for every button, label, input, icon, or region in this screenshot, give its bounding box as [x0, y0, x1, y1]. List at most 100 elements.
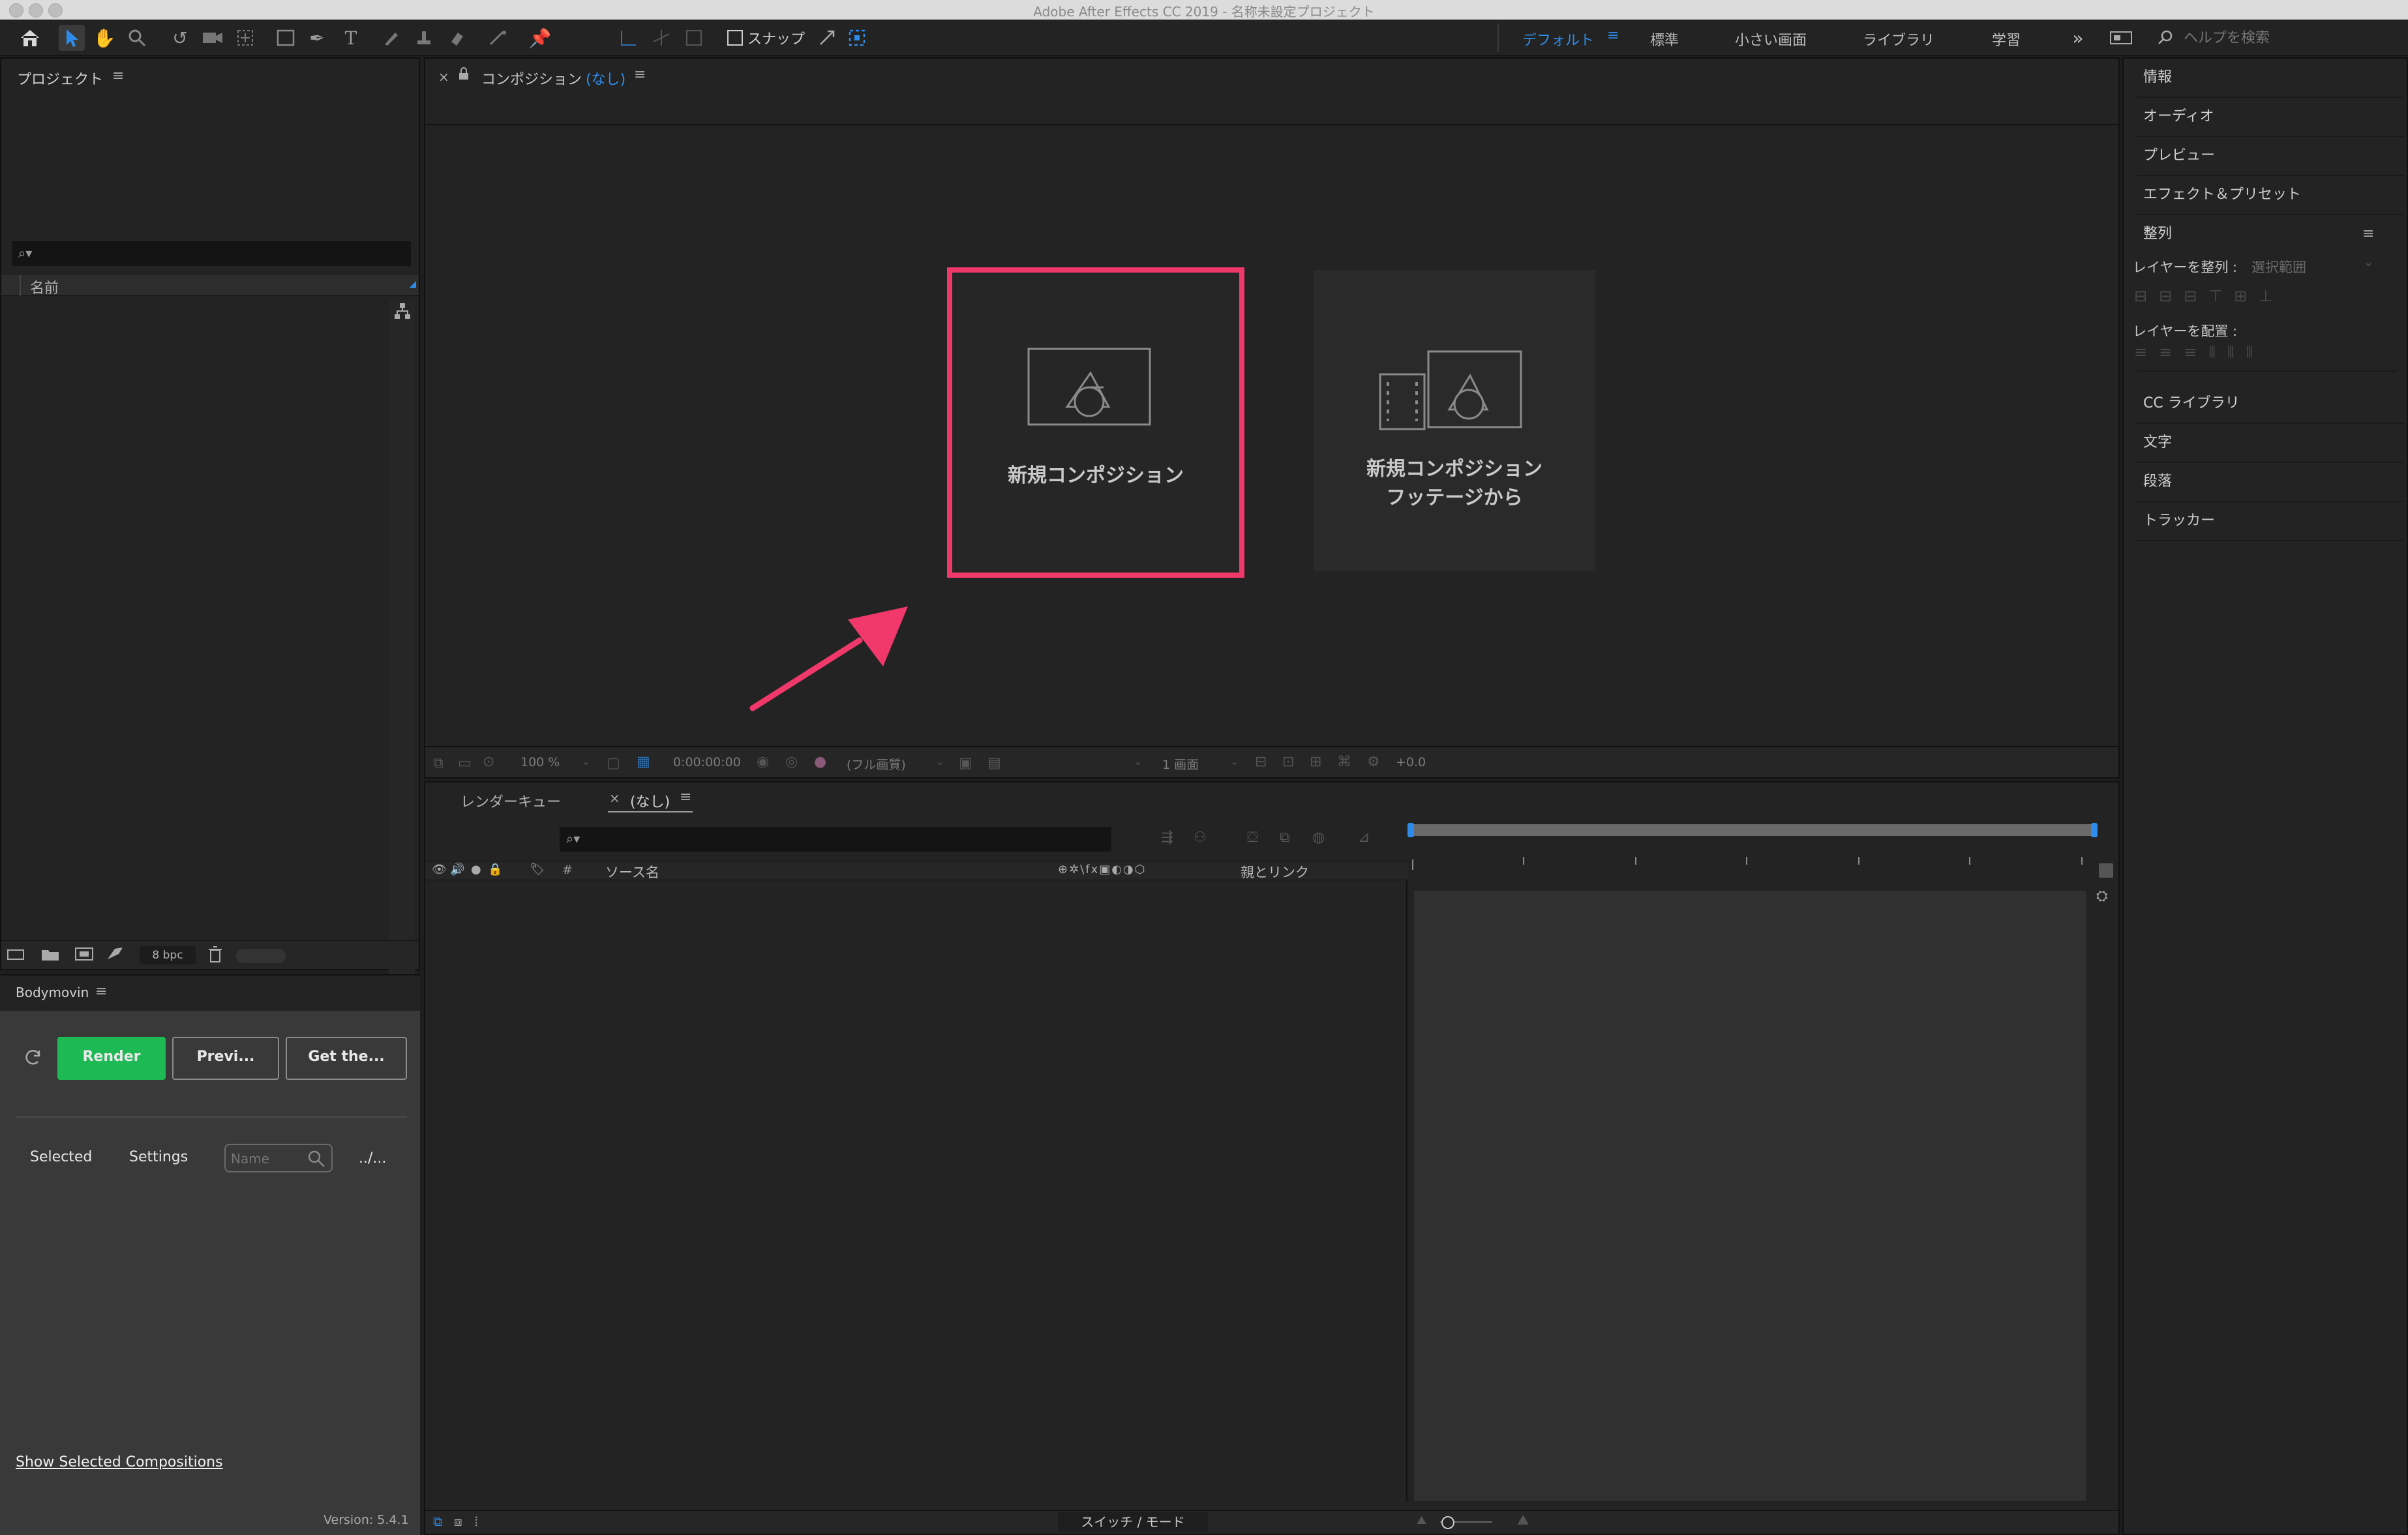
quality-dropdown-icon[interactable]: ⌄	[935, 755, 944, 768]
color-channels-icon[interactable]: ●	[814, 754, 826, 770]
render-quality[interactable]: (フル画質)	[847, 755, 906, 773]
audio-icon[interactable]: 🔊	[450, 863, 464, 876]
parent-link-header[interactable]: 親とリンク	[1241, 862, 1309, 882]
draft-3d-icon[interactable]: ⚇	[1194, 829, 1207, 846]
preview-panel[interactable]: プレビュー	[2137, 137, 2404, 176]
show-selected-compositions-link[interactable]: Show Selected Compositions	[16, 1454, 223, 1470]
refresh-icon[interactable]	[23, 1047, 43, 1067]
view-layout-dropdown-icon[interactable]: ⌄	[1230, 755, 1239, 768]
zoom-dropdown-icon[interactable]: ⌄	[582, 755, 590, 768]
camera-view-dropdown-icon[interactable]: ⌄	[1134, 755, 1142, 768]
timeline-zoom-thumb[interactable]	[1441, 1516, 1454, 1529]
audio-panel[interactable]: オーディオ	[2137, 98, 2404, 137]
workspace-learn[interactable]: 学習	[1992, 29, 2021, 50]
transparency-grid-icon[interactable]: ▦	[637, 754, 650, 770]
timeline-menu-icon[interactable]: ≡	[680, 789, 691, 805]
pan-behind-tool-icon[interactable]	[232, 25, 258, 51]
preview-button[interactable]: Previ...	[172, 1037, 279, 1080]
close-tab-icon[interactable]: ×	[438, 69, 449, 85]
solo-icon[interactable]: ●	[471, 863, 481, 876]
align-buttons-row[interactable]: ⊟⊟⊟⊤⊞⊥	[2134, 287, 2388, 306]
brush-tool-icon[interactable]	[378, 25, 404, 51]
workspace-menu-icon[interactable]: ≡	[1607, 27, 1619, 44]
workspace-standard[interactable]: 標準	[1650, 29, 1679, 50]
rectangle-tool-icon[interactable]	[273, 25, 299, 51]
align-target-dropdown-icon[interactable]: ⌄	[2364, 256, 2373, 269]
world-axis-icon[interactable]	[648, 25, 674, 51]
snap-features-icon[interactable]	[844, 25, 870, 51]
settings-tab[interactable]: Settings	[129, 1149, 188, 1165]
show-snapshot-icon[interactable]: ◎	[785, 754, 798, 770]
name-filter-input[interactable]	[230, 1149, 304, 1169]
trash-icon[interactable]	[207, 945, 223, 967]
camera-tool-icon[interactable]	[200, 25, 226, 51]
render-button[interactable]: Render	[57, 1037, 166, 1080]
transfer-controls-toggle-icon[interactable]: ⧈	[454, 1513, 462, 1529]
zoom-out-icon[interactable]: ⛰	[1417, 1513, 1426, 1527]
comp-marker-bin[interactable]	[2099, 863, 2113, 878]
destination-path[interactable]: ../...	[359, 1150, 386, 1167]
close-tab-icon[interactable]: ×	[609, 790, 620, 806]
tab-render-queue[interactable]: レンダーキュー	[460, 790, 561, 811]
more-workspaces-icon[interactable]: »	[2065, 25, 2091, 51]
comp-button-icon[interactable]: ⛭	[2096, 888, 2108, 904]
timeline-icon[interactable]: ⊞	[1310, 754, 1321, 770]
cc-libraries-panel[interactable]: CC ライブラリ	[2137, 385, 2404, 424]
zoom-level[interactable]: 100 %	[520, 755, 560, 769]
home-icon[interactable]	[17, 25, 43, 51]
hand-tool-icon[interactable]: ✋	[91, 25, 117, 51]
selection-tool-icon[interactable]	[59, 25, 85, 51]
thumbnail-slider[interactable]	[236, 949, 286, 963]
help-search-input[interactable]	[2182, 27, 2391, 48]
align-target-select[interactable]: 選択範囲	[2251, 257, 2306, 276]
flowchart-icon[interactable]: ⌘	[1337, 754, 1351, 770]
view-layout[interactable]: 1 画面	[1162, 755, 1199, 773]
label-icon[interactable]: 🏷	[530, 863, 545, 876]
layer-number-header[interactable]: #	[562, 863, 573, 877]
flowchart-icon[interactable]	[393, 301, 412, 321]
zoom-in-icon[interactable]: ⛰	[1517, 1512, 1529, 1528]
workspace-libraries[interactable]: ライブラリ	[1863, 29, 1934, 50]
project-panel-title[interactable]: プロジェクト	[17, 68, 103, 89]
character-panel[interactable]: 文字	[2137, 424, 2404, 463]
column-name-header[interactable]: 名前	[30, 276, 59, 297]
selected-tab[interactable]: Selected	[30, 1149, 92, 1165]
project-settings-icon[interactable]	[106, 945, 125, 966]
tracker-panel[interactable]: トラッカー	[2137, 502, 2404, 541]
shy-layers-icon[interactable]: ⛋	[1247, 829, 1258, 846]
frame-blending-icon[interactable]: ⧉	[1280, 829, 1290, 846]
timeline-graph-area[interactable]	[1414, 891, 2086, 1501]
eraser-tool-icon[interactable]	[444, 25, 470, 51]
current-time[interactable]: 0:00:00:00	[673, 755, 741, 769]
pen-tool-icon[interactable]: ✒	[304, 25, 330, 51]
effects-presets-panel[interactable]: エフェクト＆プリセット	[2137, 176, 2404, 215]
graph-editor-icon[interactable]: ⊿	[1358, 829, 1370, 846]
switches-modes-toggle[interactable]: スイッチ / モード	[1058, 1512, 1208, 1532]
new-composition-icon[interactable]	[74, 946, 94, 966]
video-visibility-icon[interactable]: 👁	[432, 863, 447, 876]
snapshot-icon[interactable]: ◉	[757, 754, 769, 770]
paragraph-panel[interactable]: 段落	[2137, 463, 2404, 502]
composition-tab-label[interactable]: コンポジション	[481, 68, 582, 89]
workspace-default[interactable]: デフォルト	[1522, 29, 1594, 50]
view-axis-icon[interactable]	[681, 25, 707, 51]
composition-tab-value[interactable]: (なし)	[586, 68, 625, 89]
vr-icon[interactable]: ▭	[458, 755, 472, 771]
comp-mini-flowchart-icon[interactable]: ⇶	[1161, 829, 1173, 846]
time-ruler[interactable]	[1409, 845, 2096, 871]
composition-menu-icon[interactable]: ≡	[634, 67, 646, 83]
source-name-header[interactable]: ソース名	[605, 862, 659, 882]
snap-edges-icon[interactable]	[814, 25, 840, 51]
new-composition-from-footage-card[interactable]: 新規コンポジション フッテージから	[1314, 270, 1595, 571]
bodymovin-menu-icon[interactable]: ≡	[95, 983, 107, 1000]
toggle-pixel-aspect-icon[interactable]: ⊟	[1255, 754, 1267, 770]
toggle-grid-icon[interactable]: ▤	[987, 755, 1001, 771]
get-player-button[interactable]: Get the...	[286, 1037, 407, 1080]
bodymovin-title[interactable]: Bodymovin	[16, 985, 89, 1000]
always-preview-icon[interactable]: ⧉	[433, 755, 444, 771]
reset-exposure-icon[interactable]: ⚙	[1367, 754, 1380, 770]
roto-brush-tool-icon[interactable]	[485, 25, 511, 51]
info-panel[interactable]: 情報	[2137, 59, 2404, 98]
search-mode-icon[interactable]	[2108, 25, 2134, 51]
lock-icon[interactable]	[458, 67, 470, 85]
